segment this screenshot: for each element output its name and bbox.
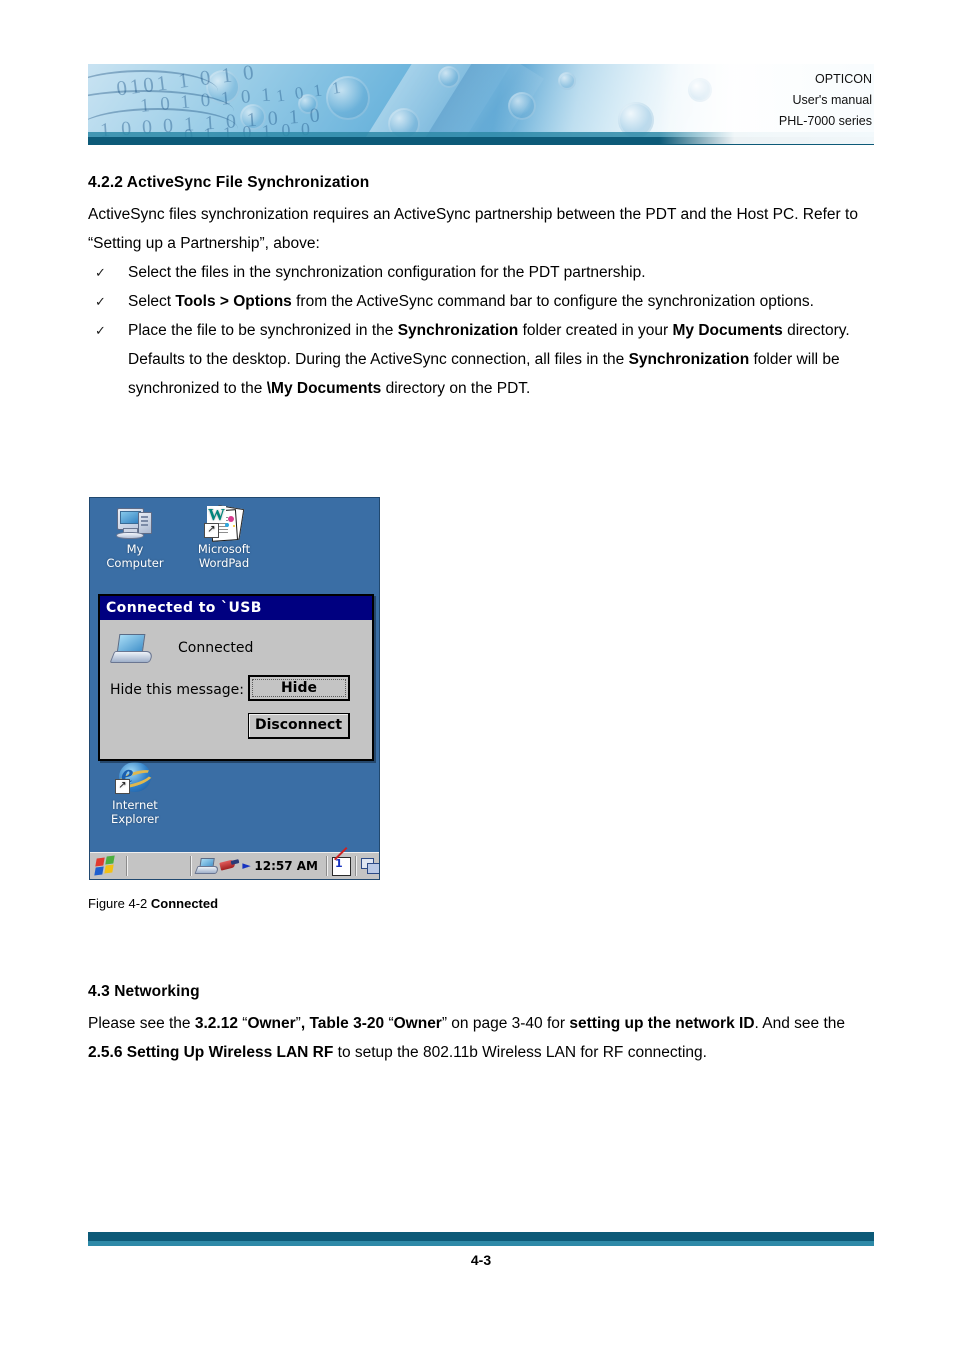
section-43-text: Please see the 3.2.12 “Owner”, Table 3-2… <box>88 1015 846 1061</box>
header-doc-type: User's manual <box>792 93 873 107</box>
checkmark-icon: ✓ <box>95 323 106 338</box>
header-product: PHL-7000 series <box>778 114 872 128</box>
figure-caption-title: Connected <box>150 896 219 911</box>
header-bubble <box>558 72 576 90</box>
desktop-icon-internet-explorer[interactable]: e ↗ Internet Explorer <box>92 759 178 826</box>
header-bubble <box>438 66 460 88</box>
section-heading-422: 4.2.2 ActiveSync File Synchronization <box>88 174 370 191</box>
desktop-icon-label-line2: Computer <box>106 555 164 570</box>
internet-explorer-icon: e ↗ <box>115 759 155 796</box>
my-computer-icon <box>115 504 155 540</box>
section-422-intro: ActiveSync files synchronization require… <box>88 206 858 252</box>
shortcut-arrow-icon: ↗ <box>115 779 130 794</box>
connected-dialog: Connected to `USB Connected Hide this me… <box>98 594 374 761</box>
system-tray: ► 12:57 AM <box>194 853 379 879</box>
section-422-bullet-list: ✓ Select the files in the synchronizatio… <box>88 258 874 403</box>
tray-divider <box>326 856 328 876</box>
tray-arrow-icon[interactable]: ► <box>242 856 250 876</box>
footer-rule-deep <box>88 1232 874 1241</box>
disconnect-button[interactable]: Disconnect <box>248 713 350 739</box>
header-bubble <box>508 92 536 120</box>
dialog-hide-label: Hide this message: <box>110 682 244 698</box>
desktop-icon-label-line2: WordPad <box>198 555 250 570</box>
taskbar-clock[interactable]: 12:57 AM <box>250 859 322 873</box>
figure-caption-prefix: Figure 4-2 <box>88 896 151 911</box>
header-brand: OPTICON <box>815 72 872 86</box>
figure-caption: Figure 4-2 Connected <box>88 896 218 911</box>
list-item: ✓ Select the files in the synchronizatio… <box>88 258 874 287</box>
desktop-icon-label-line1: Microsoft <box>197 542 251 556</box>
checkmark-icon: ✓ <box>95 265 106 280</box>
list-item-text: Select Tools > Options from the ActiveSy… <box>128 293 814 310</box>
list-item-text: Select the files in the synchronization … <box>128 264 646 281</box>
desktop-icon-my-computer[interactable]: My Computer <box>92 504 178 570</box>
header-identification: OPTICON User's manual PHL-7000 series <box>779 69 872 132</box>
checkmark-icon: ✓ <box>95 294 106 309</box>
dialog-status-text: Connected <box>178 640 254 656</box>
desktop-icon-label-line1: Internet <box>112 798 158 812</box>
taskbar-divider <box>126 856 128 876</box>
hide-button[interactable]: Hide <box>248 675 350 701</box>
desktop-icon-wordpad[interactable]: W ↗ Microsoft WordPad <box>181 504 267 570</box>
list-item: ✓ Select Tools > Options from the Active… <box>88 287 874 316</box>
dialog-body: Connected Hide this message: Hide Discon… <box>100 620 372 759</box>
list-item-text: Place the file to be synchronized in the… <box>128 322 850 397</box>
tray-connection-laptop-icon[interactable] <box>194 856 221 876</box>
tray-windows-stack-icon[interactable] <box>361 858 379 874</box>
taskbar: ► 12:57 AM <box>90 852 379 879</box>
shortcut-arrow-icon: ↗ <box>204 523 219 538</box>
list-item: ✓ Place the file to be synchronized in t… <box>88 316 874 403</box>
page-number: 4-3 <box>470 1252 492 1268</box>
section-heading-43: 4.3 Networking <box>88 983 200 1000</box>
desktop-icon-label-line2: Explorer <box>111 811 159 826</box>
tray-notes-icon[interactable] <box>332 856 351 876</box>
tray-plug-icon[interactable] <box>219 856 241 876</box>
desktop-icon-label-line1: My <box>126 542 144 556</box>
microsoft-wordpad-icon: W ↗ <box>204 504 245 542</box>
pda-screenshot-figure: My Computer W ↗ Microsoft WordPad e ↗ In… <box>89 497 380 880</box>
taskbar-divider <box>190 856 193 876</box>
tray-divider <box>355 856 357 876</box>
dialog-titlebar: Connected to `USB <box>100 596 372 620</box>
laptop-icon <box>109 634 155 664</box>
footer-rule-mid <box>88 1241 874 1246</box>
start-button[interactable] <box>92 854 122 878</box>
